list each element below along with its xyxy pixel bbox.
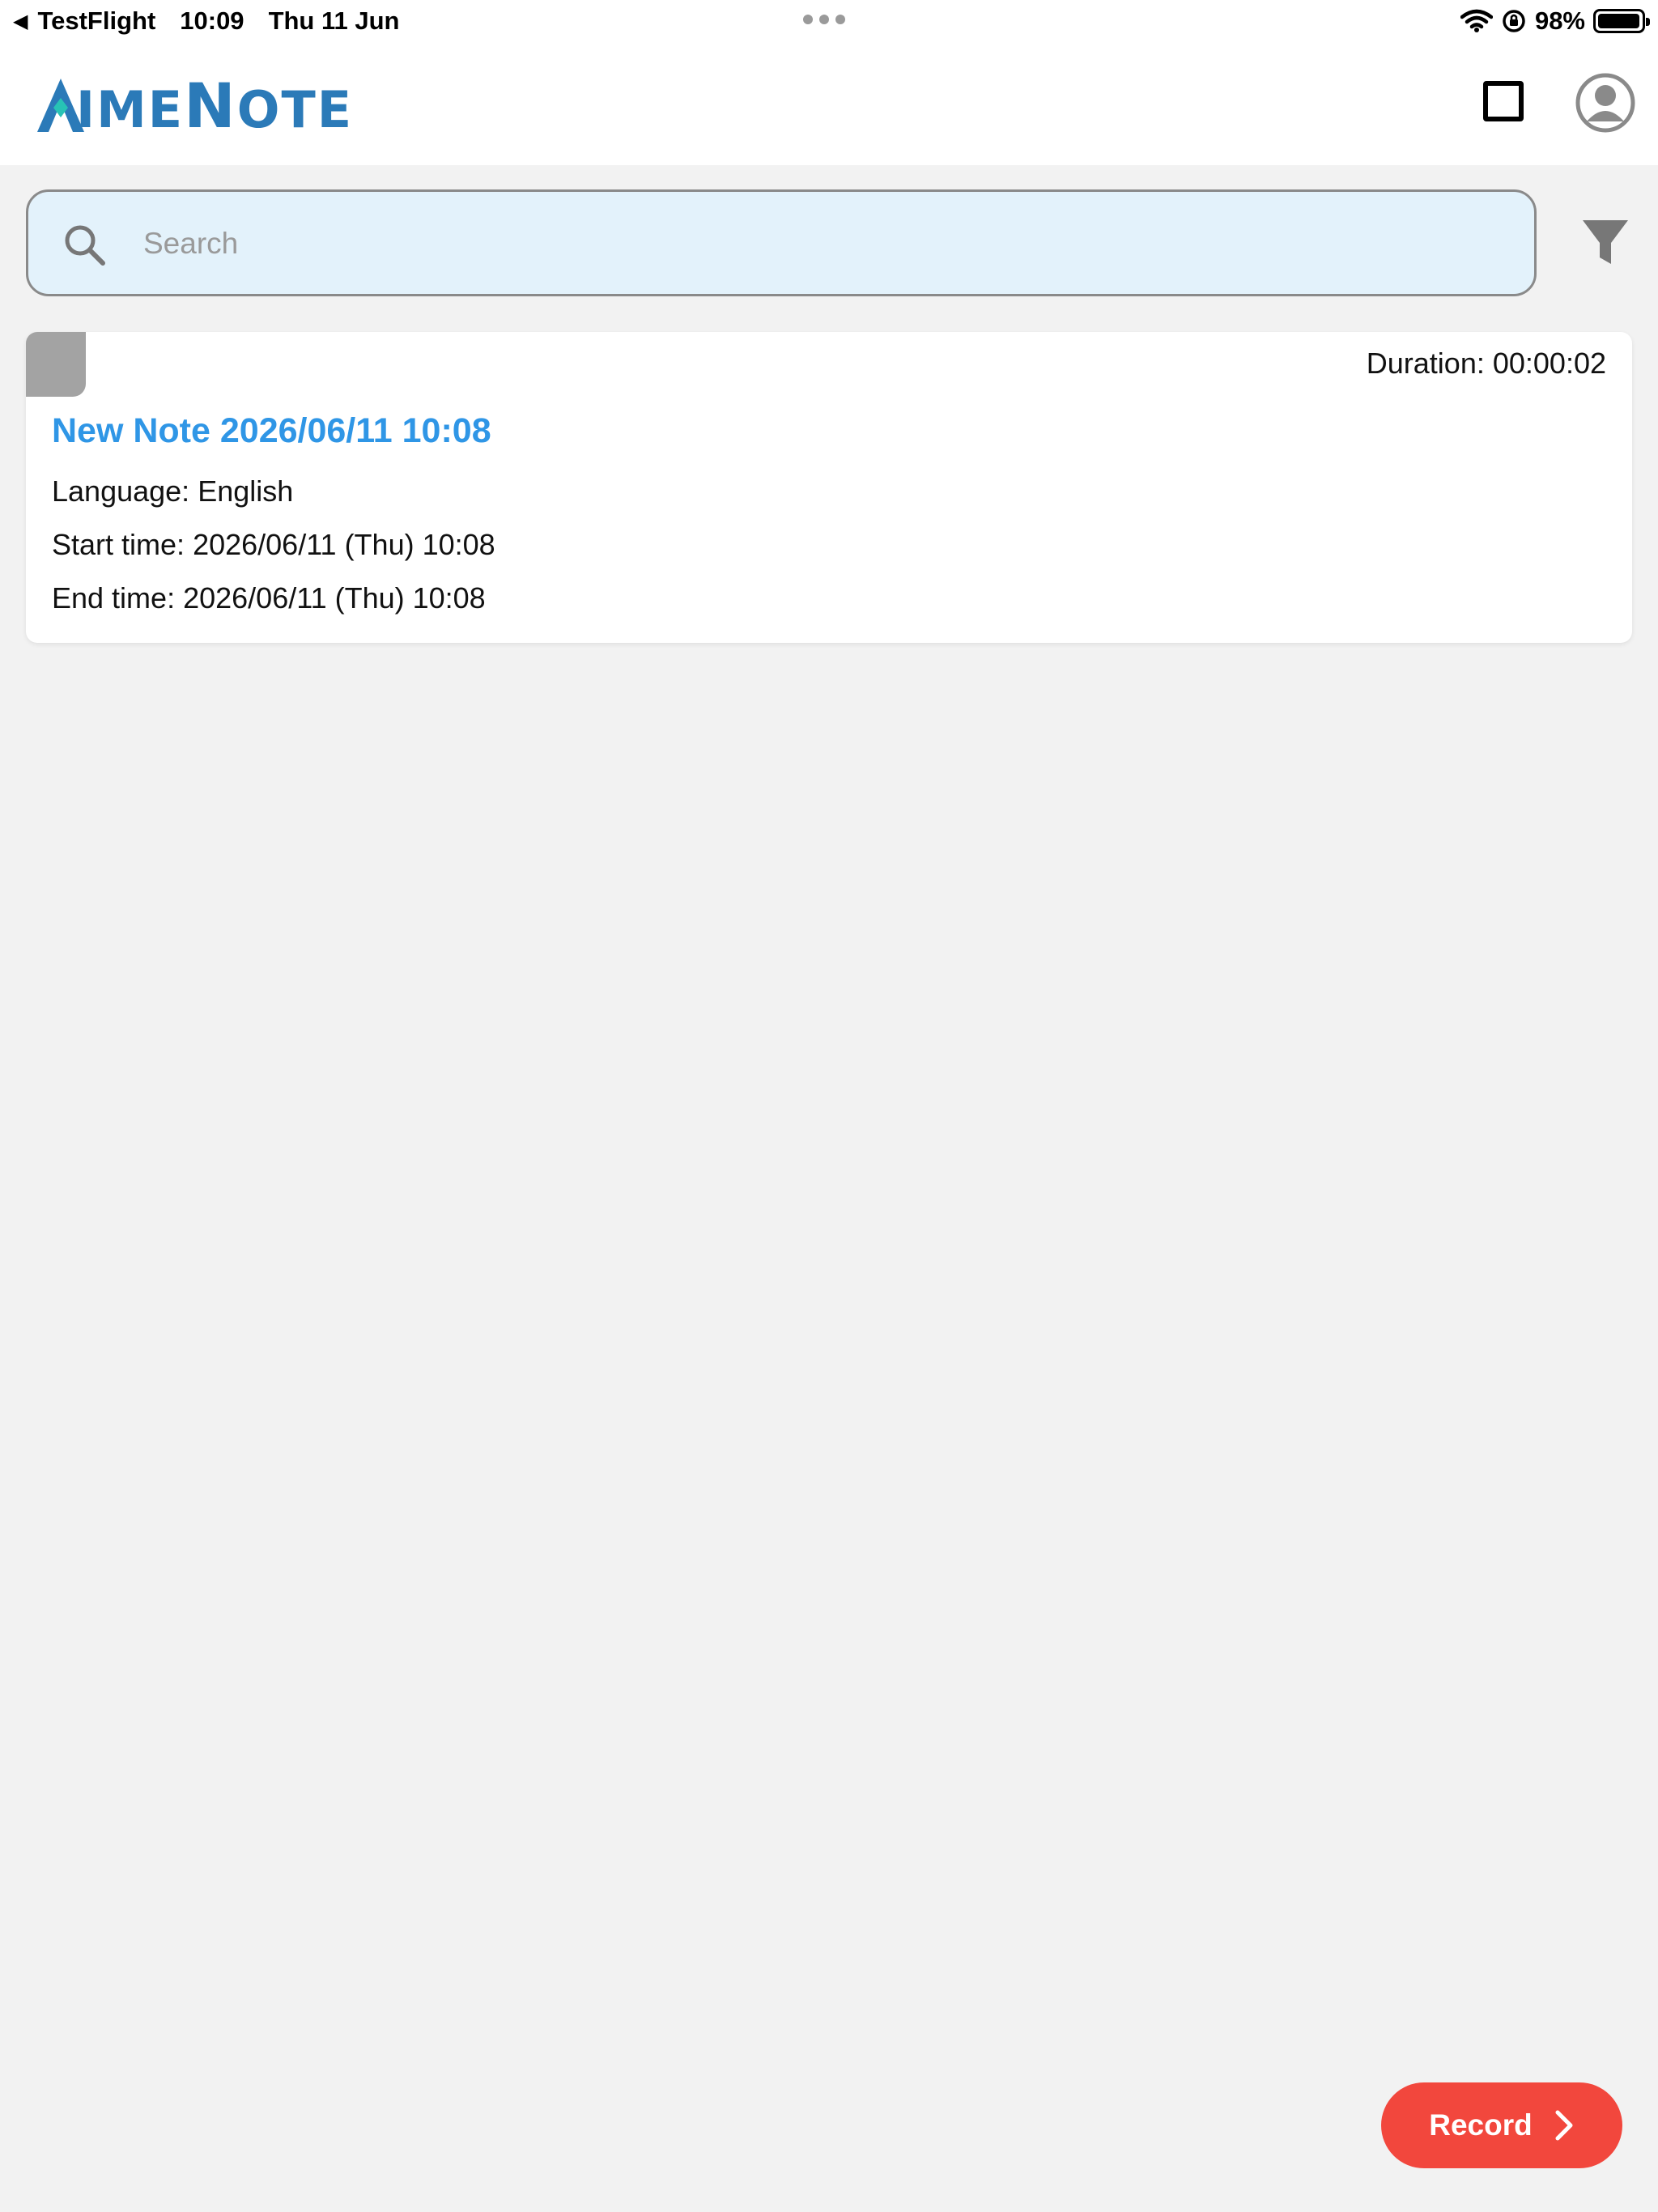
language-value: English — [198, 474, 294, 508]
multitasking-dots-icon[interactable] — [803, 15, 845, 24]
logo-wordmark: IMENOTE — [76, 70, 353, 142]
logo-letters-ote: OTE — [236, 79, 354, 139]
note-title[interactable]: New Note 2026/06/11 10:08 — [52, 411, 491, 451]
user-circle-icon[interactable] — [1575, 73, 1635, 133]
battery-level — [1598, 14, 1639, 28]
logo-letter-n: N — [184, 69, 237, 142]
app-header: IMENOTE — [0, 42, 1658, 165]
note-end-time: End time: 2026/06/11 (Thu) 10:08 — [52, 581, 486, 615]
status-bar: ◀ TestFlight 10:09 Thu 11 Jun 98% — [0, 0, 1658, 42]
note-card[interactable]: Duration: 00:00:02 New Note 2026/06/11 1… — [26, 332, 1632, 643]
status-date: Thu 11 Jun — [268, 6, 400, 35]
note-start-time: Start time: 2026/06/11 (Thu) 10:08 — [52, 528, 495, 562]
battery-icon — [1593, 9, 1650, 33]
end-time-value: 2026/06/11 (Thu) 10:08 — [183, 581, 486, 615]
end-time-label: End time: — [52, 581, 176, 615]
status-right: 98% — [1460, 6, 1650, 36]
language-label: Language: — [52, 474, 190, 508]
back-arrow-icon[interactable]: ◀ — [13, 10, 28, 33]
note-language: Language: English — [52, 474, 293, 508]
logo-letters-ime: IME — [76, 79, 185, 139]
stop-button[interactable] — [1483, 81, 1524, 121]
battery-percent: 98% — [1534, 6, 1585, 35]
record-button[interactable]: Record — [1381, 2082, 1622, 2168]
start-time-value: 2026/06/11 (Thu) 10:08 — [193, 528, 495, 561]
wifi-icon — [1460, 9, 1493, 32]
duration-label: Duration: — [1366, 347, 1485, 380]
record-label: Record — [1429, 2108, 1533, 2142]
search-bar[interactable] — [26, 189, 1537, 296]
duration-value: 00:00:02 — [1492, 347, 1606, 380]
orientation-lock-icon — [1503, 10, 1525, 32]
app-logo: IMENOTE — [36, 70, 353, 142]
note-duration: Duration: 00:00:02 — [1367, 347, 1606, 381]
search-input[interactable] — [143, 215, 1503, 273]
start-time-label: Start time: — [52, 528, 185, 561]
filter-icon[interactable] — [1580, 217, 1630, 267]
status-time: 10:09 — [180, 6, 244, 35]
status-left: ◀ TestFlight 10:09 Thu 11 Jun — [13, 6, 399, 36]
search-icon — [65, 225, 105, 266]
note-color-tag — [26, 332, 86, 397]
back-app-name[interactable]: TestFlight — [37, 6, 155, 36]
chevron-right-icon — [1555, 2110, 1573, 2141]
